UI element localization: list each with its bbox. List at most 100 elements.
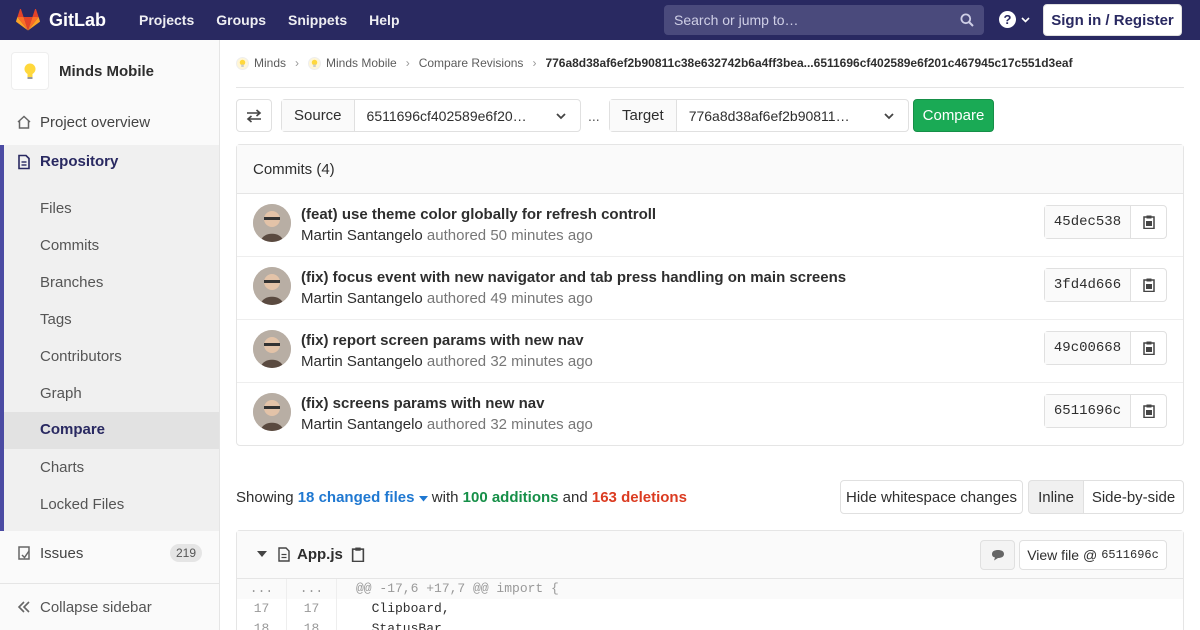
avatar[interactable] <box>253 393 291 431</box>
summary-showing: Showing <box>236 489 294 506</box>
sidebar-repository-section: Repository Files Commits Branches Tags C… <box>0 145 219 531</box>
chevron-down-icon <box>884 113 894 120</box>
sidebar-item-project-overview[interactable]: Project overview <box>0 104 219 140</box>
issues-icon <box>16 545 32 561</box>
breadcrumb-current[interactable]: 776a8d38af6ef2b90811c38e632742b6a4ff3bea… <box>545 56 1072 70</box>
sidebar-item-graph[interactable]: Graph <box>40 385 82 402</box>
old-line-number[interactable]: 18 <box>237 619 287 630</box>
sidebar-item-tags[interactable]: Tags <box>40 311 72 328</box>
commit-author[interactable]: Martin Santangelo <box>301 290 423 307</box>
nav-snippets[interactable]: Snippets <box>277 12 358 28</box>
changed-files-label: 18 changed files <box>297 489 415 506</box>
diff-summary: Showing 18 changed files with 100 additi… <box>236 489 687 506</box>
commit-title[interactable]: (fix) report screen params with new nav <box>301 332 584 349</box>
commit-row: (fix) focus event with new navigator and… <box>237 257 1183 320</box>
commit-sha-group: 45dec538 <box>1044 205 1167 239</box>
source-dropdown[interactable]: 6511696cf402589e6f20… <box>355 100 580 131</box>
clipboard-icon <box>1142 278 1155 292</box>
target-ref-selector[interactable]: Target 776a8d38af6ef2b90811… <box>609 99 909 132</box>
nav-help[interactable]: Help <box>358 12 410 28</box>
additions-count: 100 additions <box>462 489 559 506</box>
commit-sha-button[interactable]: 49c00668 <box>1045 332 1131 364</box>
diff-line: 17 17 Clipboard, <box>237 599 1183 619</box>
avatar[interactable] <box>253 330 291 368</box>
copy-sha-button[interactable] <box>1131 332 1166 364</box>
main-nav: Projects Groups Snippets Help <box>128 12 411 28</box>
deletions-count: 163 deletions <box>591 489 687 506</box>
breadcrumb-minds-mobile[interactable]: Minds Mobile <box>308 56 397 70</box>
search-input[interactable] <box>674 12 944 28</box>
commit-author[interactable]: Martin Santangelo <box>301 353 423 370</box>
commit-title[interactable]: (feat) use theme color globally for refr… <box>301 206 656 223</box>
new-line-number[interactable]: 18 <box>287 619 337 630</box>
collapse-sidebar-label: Collapse sidebar <box>40 598 152 616</box>
commit-author[interactable]: Martin Santangelo <box>301 227 423 244</box>
commit-title[interactable]: (fix) screens params with new nav <box>301 395 544 412</box>
breadcrumb-minds[interactable]: Minds <box>236 56 286 70</box>
sidebar-item-contributors[interactable]: Contributors <box>40 348 122 365</box>
copy-sha-button[interactable] <box>1131 269 1166 301</box>
commit-sha-group: 6511696c <box>1044 394 1167 428</box>
sidebar-item-label: Repository <box>40 153 119 170</box>
sidebar-item-issues[interactable]: Issues 219 <box>0 535 219 571</box>
side-by-side-view-button[interactable]: Side-by-side <box>1083 480 1184 514</box>
user-avatar-icon <box>253 267 291 305</box>
view-file-button[interactable]: View file @ 6511696c <box>1019 540 1167 570</box>
breadcrumb-label: Minds Mobile <box>326 56 397 70</box>
sidebar-item-repository[interactable]: Repository <box>4 153 118 170</box>
diff-code: Clipboard, <box>356 601 450 616</box>
nav-projects[interactable]: Projects <box>128 12 205 28</box>
tanuki-icon <box>16 9 40 31</box>
target-dropdown[interactable]: 776a8d38af6ef2b90811… <box>677 100 908 131</box>
file-header: App.js View file @ 6511696c <box>237 531 1183 579</box>
help-dropdown[interactable]: ? <box>999 11 1030 28</box>
view-file-sha: 6511696c <box>1101 548 1159 562</box>
sidebar-item-commits[interactable]: Commits <box>40 237 99 254</box>
source-ref-selector[interactable]: Source 6511696cf402589e6f20… <box>281 99 581 132</box>
commit-title[interactable]: (fix) focus event with new navigator and… <box>301 269 846 286</box>
commits-header: Commits (4) <box>237 145 1183 194</box>
caret-down-icon[interactable] <box>257 551 267 558</box>
top-navbar: GitLab Projects Groups Snippets Help ? S… <box>0 0 1200 40</box>
sidebar-item-branches[interactable]: Branches <box>40 274 103 291</box>
commit-sha-button[interactable]: 6511696c <box>1045 395 1131 427</box>
commit-sha-button[interactable]: 3fd4d666 <box>1045 269 1131 301</box>
breadcrumb-compare-revisions[interactable]: Compare Revisions <box>419 56 524 70</box>
swap-revisions-button[interactable] <box>236 99 272 132</box>
sidebar-project[interactable]: Minds Mobile <box>0 40 219 102</box>
clipboard-icon <box>1142 215 1155 229</box>
avatar[interactable] <box>253 267 291 305</box>
toggle-comments-button[interactable] <box>980 540 1015 570</box>
commit-meta: Martin Santangelo authored 32 minutes ag… <box>301 353 593 370</box>
sign-in-button[interactable]: Sign in / Register <box>1043 4 1182 36</box>
sidebar-item-locked-files[interactable]: Locked Files <box>40 496 124 513</box>
avatar[interactable] <box>253 204 291 242</box>
clipboard-icon[interactable] <box>351 547 365 562</box>
copy-sha-button[interactable] <box>1131 395 1166 427</box>
nav-groups[interactable]: Groups <box>205 12 277 28</box>
changed-files-dropdown[interactable]: 18 changed files <box>298 489 428 506</box>
sidebar-item-compare[interactable]: Compare <box>4 412 219 449</box>
old-line-number[interactable]: ... <box>237 579 287 599</box>
search-box[interactable] <box>664 5 984 35</box>
inline-view-button[interactable]: Inline <box>1028 480 1084 514</box>
commit-author[interactable]: Martin Santangelo <box>301 416 423 433</box>
user-avatar-icon <box>253 393 291 431</box>
clipboard-icon <box>1142 404 1155 418</box>
collapse-sidebar-button[interactable]: Collapse sidebar <box>0 583 219 630</box>
old-line-number[interactable]: 17 <box>237 599 287 619</box>
hide-whitespace-button[interactable]: Hide whitespace changes <box>840 480 1023 514</box>
new-line-number[interactable]: 17 <box>287 599 337 619</box>
authored-label: authored <box>426 290 487 307</box>
compare-ellipsis: ... <box>588 108 600 124</box>
new-line-number[interactable]: ... <box>287 579 337 599</box>
compare-button[interactable]: Compare <box>913 99 994 132</box>
sidebar-item-charts[interactable]: Charts <box>40 459 84 476</box>
sidebar-item-files[interactable]: Files <box>40 200 72 217</box>
gitlab-logo[interactable]: GitLab <box>16 0 106 40</box>
commit-sha-group: 49c00668 <box>1044 331 1167 365</box>
project-name: Minds Mobile <box>59 62 154 80</box>
copy-sha-button[interactable] <box>1131 206 1166 238</box>
commit-sha-button[interactable]: 45dec538 <box>1045 206 1131 238</box>
file-name[interactable]: App.js <box>297 546 343 563</box>
